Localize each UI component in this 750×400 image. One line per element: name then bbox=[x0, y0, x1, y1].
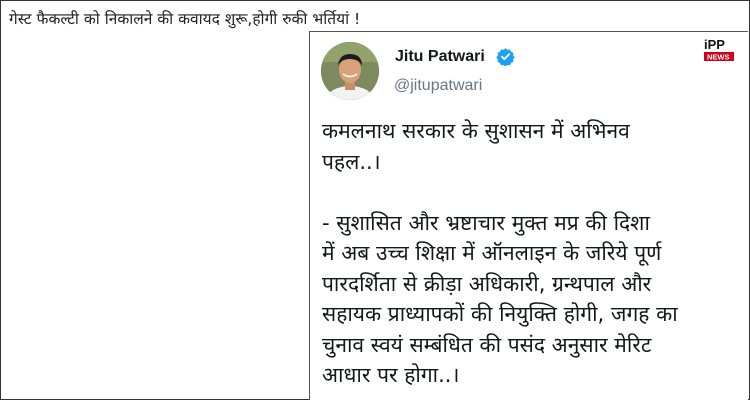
author-handle[interactable]: @jitupatwari bbox=[394, 77, 482, 95]
headline: गेस्ट फैकल्टी को निकालने की कवायद शुरू,ह… bbox=[9, 10, 361, 28]
profile-photo-icon bbox=[321, 42, 379, 100]
tweet-card[interactable]: Jitu Patwari @jitupatwari iPP NEWS कमलना… bbox=[309, 31, 748, 400]
author-name[interactable]: Jitu Patwari bbox=[395, 48, 485, 66]
avatar[interactable] bbox=[321, 42, 379, 100]
screenshot-frame: गेस्ट फैकल्टी को निकालने की कवायद शुरू,ह… bbox=[0, 0, 750, 400]
tweet-text: कमलनाथ सरकार के सुशासन में अभिनव पहल..। … bbox=[322, 119, 678, 387]
verified-badge-icon bbox=[496, 48, 515, 66]
ipp-news-logo: iPP NEWS bbox=[704, 37, 734, 62]
svg-text:NEWS: NEWS bbox=[707, 53, 730, 62]
svg-text:iPP: iPP bbox=[704, 37, 725, 52]
